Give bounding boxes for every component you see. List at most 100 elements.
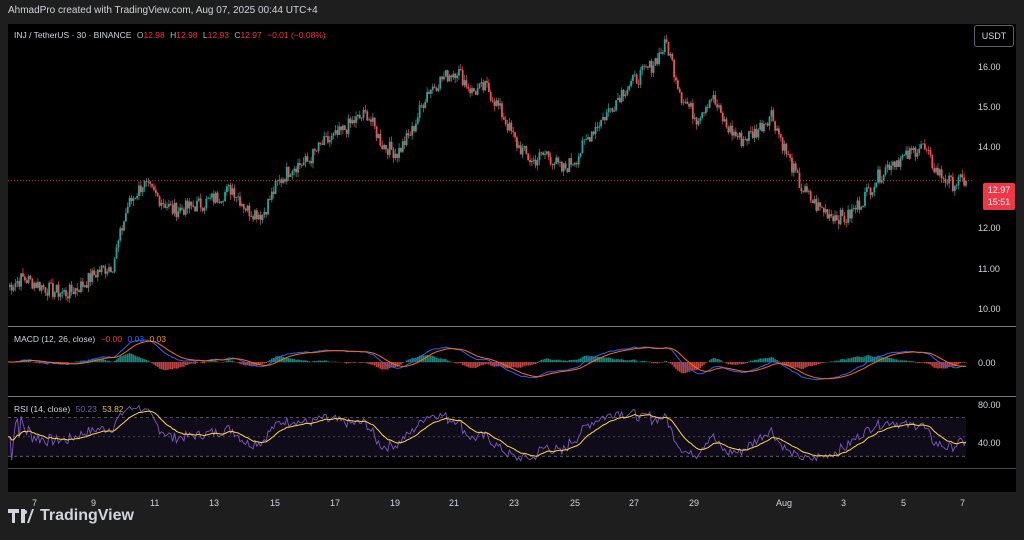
candle-body xyxy=(763,123,765,132)
candle-body xyxy=(136,196,139,199)
macd-histogram-bar xyxy=(516,362,518,368)
candle-body xyxy=(826,209,829,219)
candle-body xyxy=(821,206,823,208)
last-price-tag: 12.97 15:51 xyxy=(983,183,1015,210)
macd-histogram-bar xyxy=(764,357,767,363)
macd-histogram-bar xyxy=(476,362,479,368)
candle-body xyxy=(182,209,185,215)
macd-histogram-bar xyxy=(794,362,797,368)
macd-histogram-bar xyxy=(74,361,77,363)
candle-body xyxy=(628,86,631,90)
candle-body xyxy=(98,269,101,273)
candle-body xyxy=(912,147,915,150)
macd-histogram-bar xyxy=(753,359,756,363)
macd-histogram-bar xyxy=(373,362,376,366)
macd-histogram-bar xyxy=(400,362,402,365)
macd-histogram-bar xyxy=(555,359,558,363)
candle-body xyxy=(104,266,107,274)
candle-body xyxy=(648,60,651,68)
macd-histogram-bar xyxy=(147,360,150,363)
candle-body xyxy=(317,142,320,151)
candle-body xyxy=(942,177,945,179)
macd-histogram-bar xyxy=(216,361,219,363)
macd-histogram-bar xyxy=(566,361,569,363)
candle-body xyxy=(323,136,326,145)
candle-body xyxy=(321,143,324,145)
macd-histogram-bar xyxy=(703,362,705,365)
macd-histogram-bar xyxy=(622,359,625,363)
macd-histogram-bar xyxy=(841,358,844,363)
candle-body xyxy=(291,171,294,176)
candle-body xyxy=(207,197,210,199)
macd-histogram-bar xyxy=(534,362,537,364)
macd-histogram-bar xyxy=(658,362,660,363)
candle-body xyxy=(493,101,496,107)
macd-histogram-bar xyxy=(714,358,717,363)
macd-histogram-bar xyxy=(869,356,872,363)
candle-body xyxy=(514,132,516,138)
macd-histogram-bar xyxy=(347,362,350,363)
macd-histogram-bar xyxy=(108,360,110,363)
candle-body xyxy=(703,112,705,114)
macd-histogram-bar xyxy=(746,362,748,364)
macd-hist-value: −0.00 xyxy=(100,334,123,344)
candle-body xyxy=(845,222,848,223)
candle-body xyxy=(641,66,644,71)
candle-body xyxy=(789,154,792,158)
candle-body xyxy=(78,290,81,293)
pane-separator[interactable] xyxy=(8,396,1016,397)
macd-histogram-bar xyxy=(851,357,853,363)
pane-separator[interactable] xyxy=(8,326,1016,327)
candle-body xyxy=(873,186,876,193)
macd-histogram-bar xyxy=(375,362,378,368)
macd-histogram-bar xyxy=(654,362,657,363)
candle-body xyxy=(231,188,234,195)
candle-body xyxy=(880,180,883,183)
macd-histogram-bar xyxy=(731,362,733,365)
macd-histogram-bar xyxy=(430,355,432,363)
macd-histogram-bar xyxy=(327,361,329,363)
candle-body xyxy=(791,157,793,173)
macd-histogram-bar xyxy=(321,360,324,363)
candle-body xyxy=(852,208,855,209)
tradingview-screenshot: AhmadPro created with TradingView.com, A… xyxy=(0,0,1024,540)
candle-body xyxy=(624,94,627,97)
macd-histogram-bar xyxy=(540,360,543,363)
macd-histogram-bar xyxy=(37,362,39,363)
candle-body xyxy=(751,131,754,138)
candle-body xyxy=(128,197,131,207)
macd-histogram-bar xyxy=(931,362,934,367)
candle-body xyxy=(695,117,698,125)
macd-histogram-bar xyxy=(372,362,374,365)
macd-histogram-bar xyxy=(751,360,754,363)
candle-body xyxy=(37,281,39,288)
macd-histogram-bar xyxy=(467,362,470,368)
macd-histogram-bar xyxy=(402,362,404,364)
macd-histogram-bar xyxy=(568,359,571,363)
candle-body xyxy=(499,103,501,106)
macd-histogram-bar xyxy=(237,362,239,363)
candle-body xyxy=(126,206,129,214)
candle-body xyxy=(29,276,32,279)
candle-body xyxy=(252,216,255,220)
candle-body xyxy=(916,153,919,157)
macd-histogram-bar xyxy=(355,362,357,363)
candle-body xyxy=(817,202,820,211)
candle-body xyxy=(564,163,567,169)
candle-body xyxy=(744,138,747,140)
candle-body xyxy=(332,133,335,136)
candle-body xyxy=(869,187,872,196)
macd-histogram-bar xyxy=(433,356,436,363)
macd-histogram-bar xyxy=(705,362,707,364)
candle-body xyxy=(770,110,773,117)
candle-body xyxy=(759,122,762,130)
candle-body xyxy=(693,117,696,119)
macd-histogram-bar xyxy=(222,362,224,363)
macd-histogram-bar xyxy=(635,360,638,363)
macd-histogram-bar xyxy=(630,360,632,363)
candle-body xyxy=(269,199,271,200)
candle-body xyxy=(328,139,331,143)
chart-area[interactable]: INJ / TetherUS · 30 · BINANCE O12.98 H12… xyxy=(8,24,1016,508)
macd-histogram-bar xyxy=(465,362,468,367)
candle-body xyxy=(536,160,539,166)
